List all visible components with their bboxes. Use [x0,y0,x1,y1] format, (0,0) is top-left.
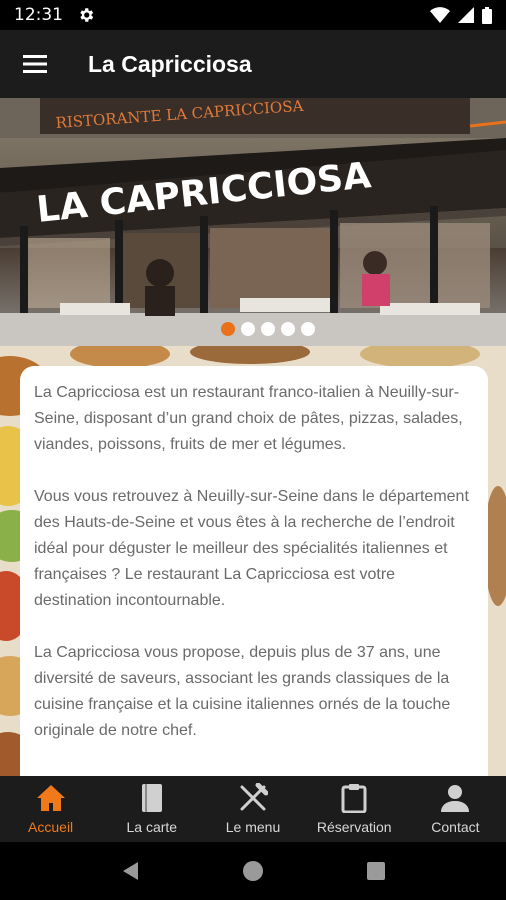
carousel-dots [0,322,506,336]
nav-item-la-carte[interactable]: La carte [101,776,202,842]
book-icon [141,784,162,812]
menu-button[interactable] [0,30,70,98]
app-title: La Capricciosa [88,50,252,77]
carousel-dot[interactable] [301,322,315,336]
wifi-icon [430,7,450,23]
home-circle-icon[interactable] [241,859,265,883]
fork-knife-icon [240,783,268,811]
description-paragraph: La Capricciosa vous propose, depuis plus… [34,644,451,739]
settings-gear-icon [80,8,94,22]
system-navigation-bar [0,842,506,900]
nav-label: Accueil [28,819,74,835]
status-time: 12:31 [14,5,63,25]
carousel-dot[interactable] [261,322,275,336]
carousel-dot[interactable] [221,322,235,336]
back-icon[interactable] [120,860,140,882]
nav-label: La carte [126,819,178,835]
hero-carousel[interactable]: LA CAPRICCIOSA RISTORANTE LA CAPRICCIOSA [0,98,506,346]
carousel-dot[interactable] [281,322,295,336]
description-paragraph: Vous vous retrouvez à Neuilly-sur-Seine … [34,488,469,609]
nav-label: Le menu [225,819,281,835]
hamburger-icon [23,55,47,73]
restaurant-photo: LA CAPRICCIOSA RISTORANTE LA CAPRICCIOSA [0,98,506,346]
app-bar: La Capricciosa [0,30,506,98]
nav-item-le-menu[interactable]: Le menu [202,776,303,842]
nav-item-contact[interactable]: Contact [405,776,506,842]
description-paragraph: La Capricciosa est un restaurant franco-… [34,384,463,453]
status-bar: 12:31 [0,0,506,30]
person-icon [441,785,470,812]
description-card: La Capricciosa est un restaurant franco-… [20,366,488,786]
nav-label: Réservation [316,819,392,835]
recents-icon[interactable] [366,861,386,881]
battery-icon [482,6,492,24]
clipboard-icon [341,784,367,813]
home-icon [36,785,65,811]
signal-icon [458,7,474,23]
nav-label: Contact [431,819,480,835]
carousel-dot[interactable] [241,322,255,336]
nav-item-reservation[interactable]: Réservation [304,776,405,842]
bottom-navigation: Accueil La carte Le menu Réservation Con… [0,776,506,842]
nav-item-accueil[interactable]: Accueil [0,776,101,842]
